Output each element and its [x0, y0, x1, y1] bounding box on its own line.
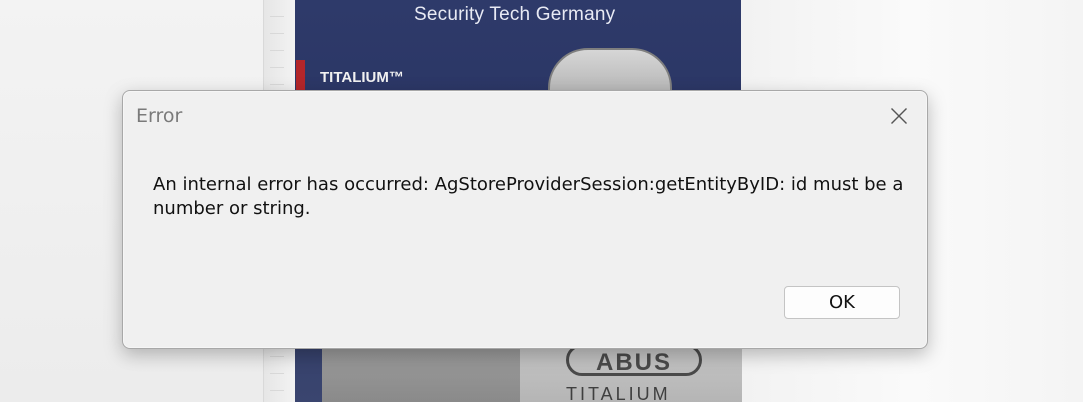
package-label: TITALIUM™ — [320, 69, 404, 86]
package-red-bar — [296, 60, 305, 92]
close-icon — [890, 107, 908, 125]
ok-button[interactable]: OK — [784, 286, 900, 319]
brand-logo-subtext: TITALIUM — [566, 384, 671, 402]
close-button[interactable] — [877, 97, 921, 135]
error-dialog: Error An internal error has occurred: Ag… — [122, 90, 928, 349]
dialog-titlebar[interactable]: Error — [123, 91, 927, 141]
dialog-title: Error — [136, 105, 183, 127]
error-message: An internal error has occurred: AgStoreP… — [153, 174, 904, 219]
package-header-text: Security Tech Germany — [414, 4, 616, 25]
